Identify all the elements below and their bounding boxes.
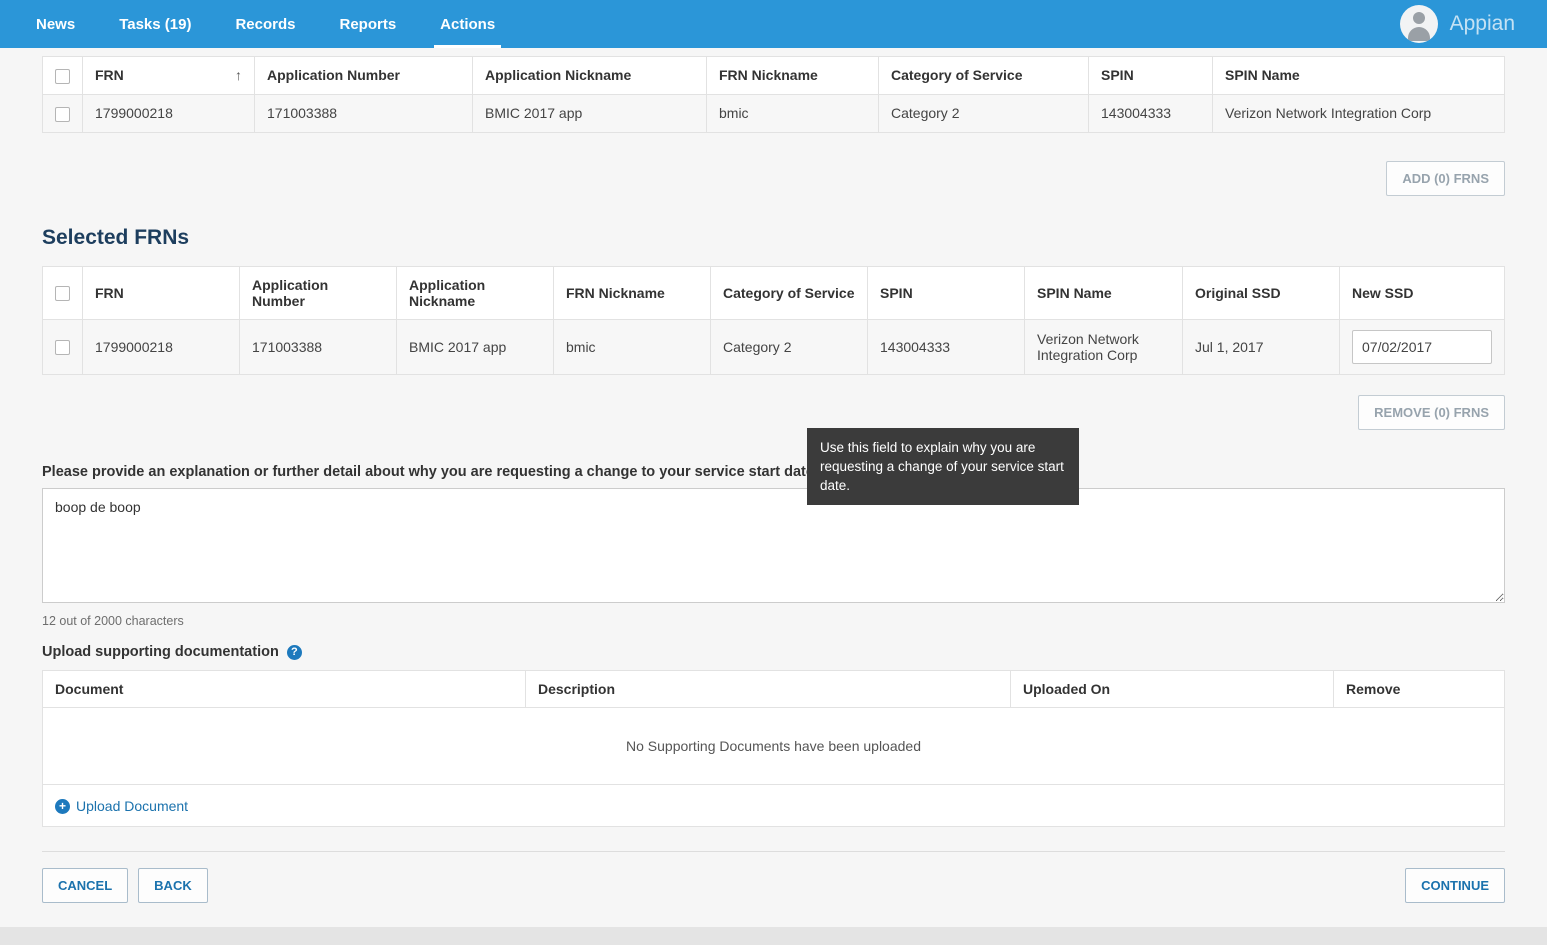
add-frns-button[interactable]: ADD (0) FRNS [1386, 161, 1505, 196]
column-header-uploaded-on: Uploaded On [1011, 670, 1334, 707]
explanation-label: Please provide an explanation or further… [42, 464, 1505, 480]
frn-search-results-table: FRN ↑ Application Number Application Nic… [42, 56, 1505, 133]
remove-frns-button[interactable]: REMOVE (0) FRNS [1358, 395, 1505, 430]
nav-item-records[interactable]: Records [213, 0, 317, 48]
cell-original-ssd: Jul 1, 2017 [1183, 319, 1340, 374]
column-header-new-ssd: New SSD [1340, 266, 1505, 319]
cell-frn-nickname: bmic [707, 94, 879, 132]
cell-spin: 143004333 [868, 319, 1025, 374]
column-header-category-of-service: Category of Service [711, 266, 868, 319]
column-header-application-number: Application Number [240, 266, 397, 319]
nav-item-news[interactable]: News [14, 0, 97, 48]
nav-item-actions[interactable]: Actions [418, 0, 517, 48]
cell-spin: 143004333 [1089, 94, 1213, 132]
table-header-row: FRN ↑ Application Number Application Nic… [43, 57, 1505, 95]
explanation-textarea[interactable]: boop de boop [42, 488, 1505, 603]
column-header-spin-name: SPIN Name [1025, 266, 1183, 319]
select-all-checkbox[interactable] [55, 286, 70, 301]
row-checkbox[interactable] [55, 107, 70, 122]
nav-item-reports[interactable]: Reports [317, 0, 418, 48]
cell-application-nickname: BMIC 2017 app [473, 94, 707, 132]
help-tooltip: Use this field to explain why you are re… [807, 428, 1079, 505]
cell-category-of-service: Category 2 [711, 319, 868, 374]
top-navigation: News Tasks (19) Records Reports Actions … [0, 0, 1547, 48]
column-header-spin-name: SPIN Name [1213, 57, 1505, 95]
cell-spin-name: Verizon Network Integration Corp [1025, 319, 1183, 374]
column-header-original-ssd: Original SSD [1183, 266, 1340, 319]
page: News Tasks (19) Records Reports Actions … [0, 0, 1547, 945]
row-checkbox[interactable] [55, 340, 70, 355]
cell-application-nickname: BMIC 2017 app [397, 319, 554, 374]
empty-state-message: No Supporting Documents have been upload… [43, 707, 1505, 784]
column-header-frn-nickname: FRN Nickname [707, 57, 879, 95]
table-header-row: FRN Application Number Application Nickn… [43, 266, 1505, 319]
sort-ascending-icon[interactable]: ↑ [235, 67, 242, 83]
column-header-remove: Remove [1334, 670, 1505, 707]
cancel-button[interactable]: CANCEL [42, 868, 128, 903]
selected-frns-table: FRN Application Number Application Nickn… [42, 266, 1505, 375]
cell-application-number: 171003388 [240, 319, 397, 374]
upload-documentation-label: Upload supporting documentation ? [42, 644, 1505, 660]
cell-frn-nickname: bmic [554, 319, 711, 374]
table-row: 1799000218 171003388 BMIC 2017 app bmic … [43, 94, 1505, 132]
help-icon[interactable]: ? [287, 645, 302, 660]
cell-frn: 1799000218 [83, 319, 240, 374]
column-header-category-of-service: Category of Service [879, 57, 1089, 95]
nav-item-tasks[interactable]: Tasks (19) [97, 0, 213, 48]
upload-document-link[interactable]: + Upload Document [55, 798, 188, 814]
plus-icon: + [55, 799, 70, 814]
column-header-frn[interactable]: FRN ↑ [83, 57, 255, 95]
back-button[interactable]: BACK [138, 868, 208, 903]
cell-spin-name: Verizon Network Integration Corp [1213, 94, 1505, 132]
character-counter: 12 out of 2000 characters [42, 614, 1505, 628]
main-content: FRN ↑ Application Number Application Nic… [0, 48, 1547, 927]
cell-frn: 1799000218 [83, 94, 255, 132]
select-all-checkbox[interactable] [55, 69, 70, 84]
appian-logo: Appian [1450, 12, 1515, 36]
cell-application-number: 171003388 [255, 94, 473, 132]
new-ssd-input[interactable] [1352, 330, 1492, 364]
empty-state-row: No Supporting Documents have been upload… [43, 707, 1505, 784]
column-header-frn: FRN [83, 266, 240, 319]
column-header-spin: SPIN [868, 266, 1025, 319]
user-avatar[interactable] [1400, 5, 1438, 43]
cell-category-of-service: Category 2 [879, 94, 1089, 132]
supporting-documents-table: Document Description Uploaded On Remove … [42, 670, 1505, 828]
column-header-document: Document [43, 670, 526, 707]
nav-right: Appian [1400, 0, 1533, 48]
column-header-application-nickname: Application Nickname [473, 57, 707, 95]
column-header-application-number: Application Number [255, 57, 473, 95]
cell-new-ssd [1340, 319, 1505, 374]
continue-button[interactable]: CONTINUE [1405, 868, 1505, 903]
column-header-spin: SPIN [1089, 57, 1213, 95]
selected-frns-heading: Selected FRNs [42, 226, 1505, 250]
form-footer: CANCEL BACK CONTINUE [42, 851, 1505, 903]
column-header-description: Description [526, 670, 1011, 707]
column-header-frn-nickname: FRN Nickname [554, 266, 711, 319]
table-row: 1799000218 171003388 BMIC 2017 app bmic … [43, 319, 1505, 374]
table-header-row: Document Description Uploaded On Remove [43, 670, 1505, 707]
column-header-application-nickname: Application Nickname [397, 266, 554, 319]
upload-link-row: + Upload Document [43, 784, 1505, 827]
